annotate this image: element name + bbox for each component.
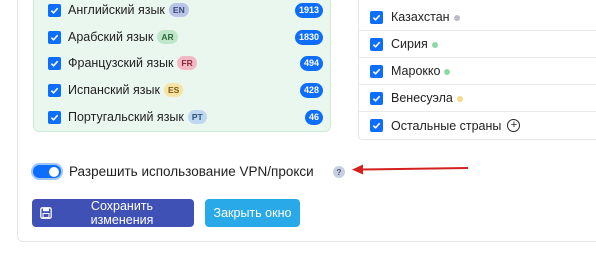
checkbox-checked-icon[interactable]: [370, 64, 383, 78]
save-icon: [40, 207, 52, 219]
language-code-badge: EN: [168, 3, 189, 17]
checkbox-checked-icon[interactable]: [370, 119, 383, 132]
country-row-venezuela[interactable]: Венесуэла: [359, 85, 596, 112]
language-label: Испанский язык: [68, 83, 160, 97]
country-row-morocco[interactable]: Марокко: [359, 58, 596, 85]
country-label: Сирия: [391, 37, 428, 51]
checkbox-checked-icon[interactable]: [370, 37, 383, 51]
country-label: Марокко: [391, 64, 441, 78]
close-button[interactable]: Закрыть окно: [205, 199, 300, 227]
status-dot-icon: [453, 15, 460, 21]
vpn-toggle[interactable]: [31, 163, 63, 180]
help-icon[interactable]: ?: [333, 166, 345, 178]
checkbox-checked-icon[interactable]: [48, 110, 61, 124]
language-count-badge: 428: [299, 82, 323, 98]
country-row-other[interactable]: Остальные страны +: [359, 112, 596, 139]
status-dot-icon: [456, 96, 463, 102]
language-count-badge: 494: [299, 55, 323, 71]
language-label: Португальский язык: [68, 110, 184, 124]
checkbox-checked-icon[interactable]: [48, 3, 61, 17]
country-row-kazakhstan[interactable]: Казахстан: [359, 4, 596, 31]
language-count-badge: 46: [304, 109, 323, 125]
language-row-es[interactable]: Испанский язык ES 428: [48, 77, 330, 103]
country-label: Остальные страны: [391, 118, 502, 133]
vpn-toggle-label: Разрешить использование VPN/прокси: [69, 164, 314, 179]
checkbox-checked-icon[interactable]: [48, 30, 61, 44]
add-circle-icon[interactable]: +: [507, 119, 521, 132]
language-code-badge: FR: [177, 56, 197, 70]
save-button-label: Сохранить изменения: [90, 199, 154, 227]
language-code-badge: PT: [187, 110, 207, 124]
language-code-badge: AR: [157, 30, 178, 44]
save-button[interactable]: Сохранить изменения: [32, 199, 194, 227]
language-label: Арабский язык: [68, 30, 154, 44]
checkbox-checked-icon[interactable]: [370, 91, 383, 105]
language-code-badge: ES: [163, 83, 184, 97]
language-count-badge: 1913: [294, 2, 323, 18]
country-row-syria[interactable]: Сирия: [359, 31, 596, 58]
checkbox-checked-icon[interactable]: [48, 56, 61, 70]
language-count-badge: 1830: [294, 29, 323, 45]
status-dot-icon: [444, 69, 451, 75]
language-row-pt[interactable]: Португальский язык PT 46: [48, 104, 330, 130]
country-label: Венесуэла: [391, 91, 453, 105]
language-row-en[interactable]: Английский язык EN 1913: [48, 0, 330, 23]
country-label: Казахстан: [391, 10, 450, 24]
toggle-knob: [49, 167, 59, 177]
red-arrow-annotation: [352, 164, 469, 175]
language-row-ar[interactable]: Арабский язык AR 1830: [48, 24, 330, 50]
status-dot-icon: [431, 42, 438, 48]
language-row-fr[interactable]: Французский язык FR 494: [48, 50, 330, 76]
language-label: Французский язык: [68, 56, 174, 70]
checkbox-checked-icon[interactable]: [48, 83, 61, 97]
language-label: Английский язык: [68, 3, 165, 17]
close-button-label: Закрыть окно: [213, 206, 292, 220]
checkbox-checked-icon[interactable]: [370, 10, 383, 24]
